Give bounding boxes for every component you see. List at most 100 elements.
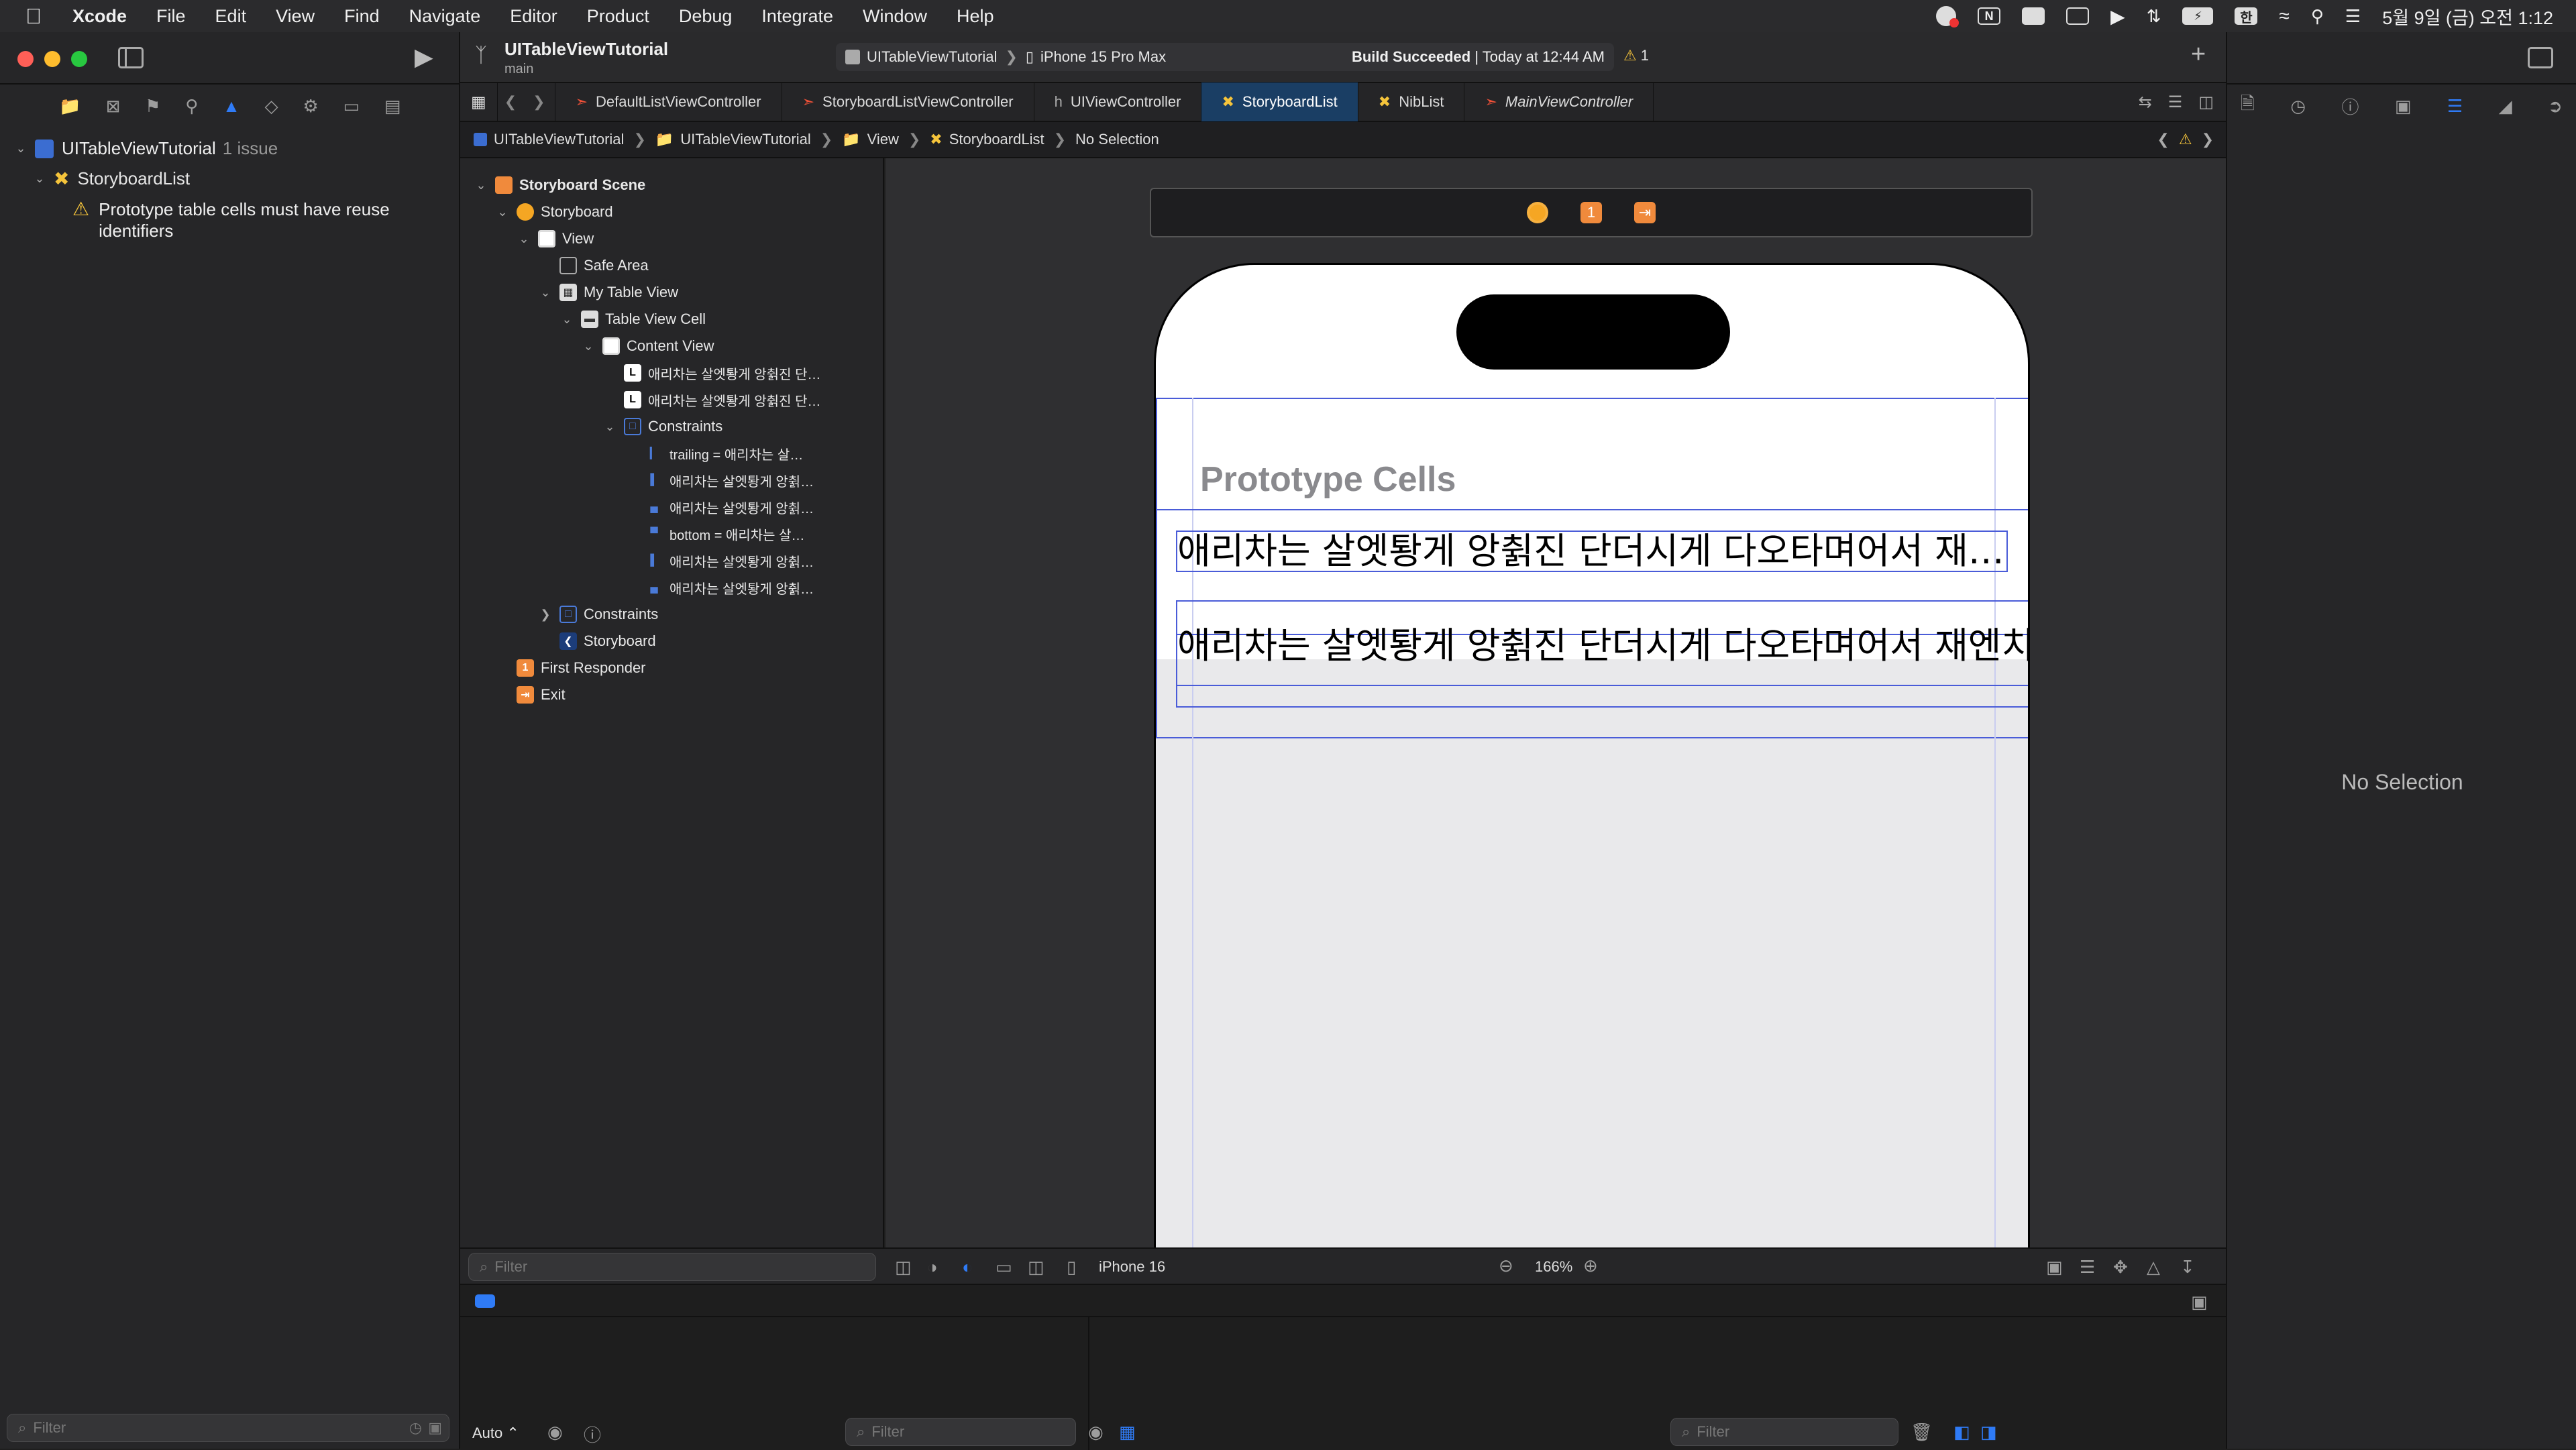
next-issue-icon[interactable]: ❯ [2202, 131, 2214, 148]
hide-debug-area-icon[interactable] [475, 1294, 495, 1308]
menu-file[interactable]: File [156, 6, 186, 27]
outline-item-label-1[interactable]: L 애리차는 살엣퇑게 앙췱진 단… [624, 359, 820, 386]
build-status[interactable]: Build Succeeded | Today at 12:44 AM [1352, 48, 1605, 66]
split-console-right-icon[interactable]: ◨ [1980, 1422, 1997, 1443]
disclosure-chevron-icon[interactable]: ⌄ [602, 420, 617, 434]
outline-item-my-table-view[interactable]: ⌄ ▦ My Table View [538, 279, 678, 306]
cell-label-2-frame[interactable]: 애리차는 살엣퇑게 앙췱진 단더시게 다오타며어서 재엔치어 [1176, 600, 2028, 708]
project-navigator-icon[interactable]: 📁 [59, 96, 80, 117]
disclosure-chevron-icon[interactable]: ⌄ [13, 142, 28, 156]
split-editor-icon[interactable]: ◫ [2198, 93, 2214, 112]
disclosure-chevron-icon[interactable]: ⌄ [474, 178, 488, 192]
toolbar-project-name[interactable]: UITableViewTutorial [504, 39, 668, 60]
view-controller-icon[interactable] [1527, 202, 1548, 223]
tab-mainviewcontroller[interactable]: ➣ MainViewController [1464, 82, 1654, 121]
menu-editor[interactable]: Editor [510, 6, 557, 27]
tab-uiviewcontroller[interactable]: h UIViewController [1034, 82, 1202, 121]
issue-navigator-icon[interactable]: ▲ [223, 96, 240, 117]
adjust-editor-icon[interactable]: ☰ [2168, 93, 2183, 112]
jump-bar-selection[interactable]: No Selection [1075, 131, 1159, 148]
wifi-icon[interactable]: ≈ [2279, 5, 2289, 27]
info-icon[interactable]: ⓘ [584, 1422, 601, 1447]
outline-item-constraint[interactable]: ▎ trailing = 애리차는 살… [645, 440, 803, 467]
device-configuration-label[interactable]: iPhone 16 [1099, 1258, 1165, 1276]
display-icon[interactable] [2066, 7, 2090, 25]
battery-icon[interactable]: ⚡ [2182, 7, 2214, 25]
tab-niblist[interactable]: ✖ NibList [1358, 82, 1465, 121]
disclosure-chevron-icon[interactable]: ⌄ [538, 286, 553, 300]
close-window-button[interactable] [17, 51, 34, 67]
zoom-in-icon[interactable]: ⊕ [1583, 1256, 1598, 1276]
connections-inspector-icon[interactable]: ➲ [2548, 96, 2563, 117]
navigate-forward-icon[interactable]: ❯ [523, 82, 555, 121]
tab-storyboardlist[interactable]: ✖ StoryboardList [1201, 82, 1358, 121]
breakpoint-navigator-icon[interactable]: ▭ [343, 96, 360, 117]
control-center-icon[interactable]: ☰ [2345, 6, 2361, 27]
scene-dock[interactable]: 1 ⇥ [1150, 188, 2033, 237]
zoom-level[interactable]: 166% [1535, 1258, 1572, 1276]
appearance-icon[interactable]: ◑ [927, 1257, 938, 1278]
console-filter-field[interactable]: ⌕ Filter [1670, 1418, 1898, 1446]
jump-bar-folder[interactable]: View [867, 131, 899, 148]
issue-tree-project[interactable]: ⌄ UITableViewTutorial 1 issue [13, 138, 278, 159]
outline-item-storyboard[interactable]: ⌄ Storyboard [495, 199, 613, 225]
prototype-cell[interactable]: 애리차는 살엣퇑게 앙췱진 단더시게 다오타며어서 재… 애리차는 살엣퇑게 앙… [1156, 509, 2028, 737]
menu-xcode[interactable]: Xcode [72, 6, 127, 27]
layout-icon[interactable]: ◫ [1028, 1257, 1044, 1278]
outline-filter-field[interactable]: ⌕ Filter [468, 1253, 876, 1281]
iphone-device-frame[interactable]: Prototype Cells 애리차는 살엣퇑게 앙췱진 단더시게 다오타며어… [1154, 263, 2030, 1247]
history-inspector-icon[interactable]: ◷ [2290, 96, 2306, 117]
issue-tree-file[interactable]: ⌄ ✖ StoryboardList [32, 168, 190, 190]
add-library-button[interactable]: + [2191, 40, 2206, 69]
jump-bar-file[interactable]: StoryboardList [949, 131, 1044, 148]
menu-debug[interactable]: Debug [679, 6, 733, 27]
notion-icon[interactable]: N [1978, 7, 2001, 25]
outline-item-label-2[interactable]: L 애리차는 살엣퇑게 앙췱진 단… [624, 386, 820, 413]
menu-window[interactable]: Window [863, 6, 927, 27]
exit-icon[interactable]: ⇥ [1634, 202, 1656, 223]
input-source-icon[interactable]: 한 [2235, 7, 2258, 25]
console-output-icon[interactable]: ▦ [1119, 1422, 1136, 1443]
debug-layout-icon[interactable]: ▣ [2191, 1292, 2208, 1313]
zoom-window-button[interactable] [71, 51, 87, 67]
identity-inspector-icon[interactable]: ▣ [2395, 96, 2412, 117]
outline-item-safe-area[interactable]: Safe Area [559, 252, 649, 279]
variables-scope-selector[interactable]: Auto ⌃ [472, 1425, 519, 1442]
interface-builder-canvas[interactable]: 1 ⇥ Prototype Cells 애리차는 살엣퇑게 앙췱진 단더시게 다… [885, 158, 2226, 1247]
outline-item-constraint[interactable]: ▌ 애리차는 살엣퇑게 앙췱… [645, 547, 814, 574]
eye-icon[interactable]: ◉ [547, 1422, 563, 1443]
outline-item-constraints[interactable]: ❯ □ Constraints [538, 601, 658, 628]
apple-menu-icon[interactable]:  [25, 4, 52, 29]
disclosure-chevron-icon[interactable]: ⌄ [517, 232, 531, 246]
outline-item-view[interactable]: ⌄ View [517, 225, 594, 252]
tab-storyboardlistviewcontroller[interactable]: ➣ StoryboardListViewController [782, 82, 1034, 121]
issues-only-filter-icon[interactable]: ▣ [428, 1419, 442, 1437]
outline-item-storyboard-entry[interactable]: ❮ Storyboard [538, 628, 656, 655]
screen-icon[interactable] [2022, 7, 2045, 25]
attributes-inspector-icon[interactable]: ☰ [2447, 96, 2463, 117]
find-navigator-icon[interactable]: ⚲ [185, 96, 198, 117]
dark-mode-icon[interactable]: ◐ [962, 1257, 973, 1278]
split-console-left-icon[interactable]: ◧ [1953, 1422, 1970, 1443]
disclosure-chevron-icon[interactable]: ⌄ [495, 205, 510, 219]
device-icon[interactable]: ▯ [1067, 1257, 1076, 1278]
add-constraints-icon[interactable]: ✥ [2113, 1257, 2128, 1278]
outline-item-constraint[interactable]: ▄ 애리차는 살엣퇑게 앙췱… [645, 494, 814, 520]
outline-item-table-view-cell[interactable]: ⌄ ▬ Table View Cell [559, 306, 706, 333]
align-icon[interactable]: ☰ [2080, 1257, 2095, 1278]
previous-issue-icon[interactable]: ❮ [2157, 131, 2169, 148]
minimize-window-button[interactable] [44, 51, 60, 67]
outline-item-constraint[interactable]: ▌ 애리차는 살엣퇑게 앙췱… [645, 467, 814, 494]
quick-help-icon[interactable]: ⓘ [2341, 94, 2359, 119]
eye-icon[interactable]: ◉ [1088, 1422, 1104, 1443]
menubar-clock[interactable]: 5월 9일 (금) 오전 1:12 [2382, 3, 2553, 30]
menu-help[interactable]: Help [957, 6, 994, 27]
sidebar-toggle-icon[interactable] [118, 47, 144, 68]
menu-product[interactable]: Product [587, 6, 649, 27]
console-view[interactable]: ◉ ▦ ⌕ Filter 🗑 ◧ ◨ [1088, 1317, 2226, 1450]
grid-overview-icon[interactable]: ▦ [460, 82, 498, 121]
outline-item-content-view[interactable]: ⌄ Content View [581, 333, 714, 359]
disclosure-chevron-right-icon[interactable]: ❯ [538, 608, 553, 622]
run-button[interactable]: ▶ [415, 43, 433, 71]
outline-item-constraints[interactable]: ⌄ □ Constraints [602, 413, 722, 440]
